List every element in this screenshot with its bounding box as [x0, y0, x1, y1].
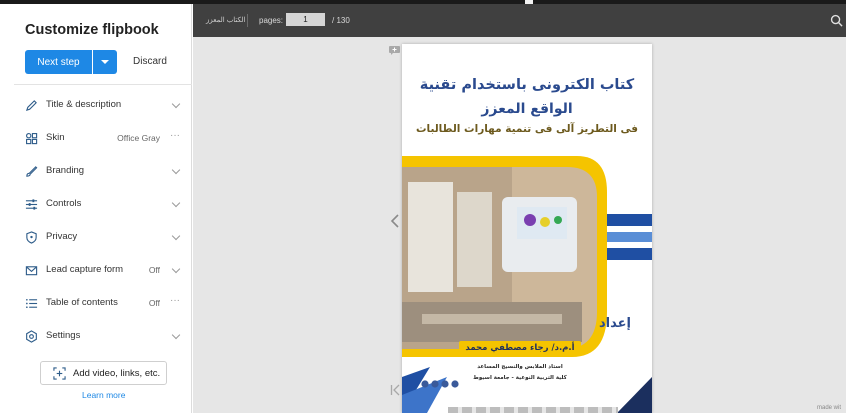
- flipbook-viewer: الكتاب المعزز pages: / 130 كتاب الكترونى…: [193, 4, 846, 413]
- sidebar-title: Customize flipbook: [25, 22, 159, 38]
- sidebar-item-label: Table of contents: [46, 297, 118, 308]
- sidebar-item-value: Office Gray: [117, 133, 160, 143]
- learn-more-link[interactable]: Learn more: [82, 390, 125, 400]
- toolbar-divider: [247, 14, 248, 27]
- chevron-down-icon: [171, 231, 181, 241]
- customize-sidebar: Customize flipbook Next step Discard Tit…: [0, 4, 192, 413]
- sidebar-item-label: Skin: [46, 132, 65, 143]
- next-step-dropdown-button[interactable]: [93, 50, 117, 74]
- sidebar-item-controls[interactable]: Controls: [14, 188, 192, 221]
- sidebar-divider: [14, 84, 192, 85]
- sidebar-item-title-description[interactable]: Title & description: [14, 89, 192, 122]
- chevron-down-icon: [171, 165, 181, 175]
- more-dots-icon[interactable]: ···: [170, 130, 180, 141]
- chevron-down-icon: [171, 264, 181, 274]
- next-step-button[interactable]: Next step: [25, 50, 92, 74]
- page-number-input[interactable]: [286, 13, 325, 26]
- add-media-icon: [53, 367, 66, 380]
- pages-label: pages:: [259, 16, 284, 25]
- chevron-down-icon: [171, 330, 181, 340]
- total-pages-label: / 130: [332, 16, 350, 25]
- chevron-down-icon: [171, 198, 181, 208]
- author-role: استاذ الملابس والنسيج المساعد: [477, 364, 563, 370]
- cover-title-line1: كتاب الكترونى باستخدام تقنية: [419, 77, 635, 93]
- author-name-banner: أ.م.د/ رجاء مصطفي محمد: [459, 341, 581, 356]
- social-icons: [421, 380, 459, 388]
- sidebar-item-label: Settings: [46, 330, 81, 341]
- discard-button[interactable]: Discard: [133, 56, 167, 67]
- envelope-icon: [25, 266, 38, 276]
- book-cover-page: كتاب الكترونى باستخدام تقنية الواقع المع…: [402, 44, 652, 413]
- cover-artwork: [402, 156, 652, 413]
- sidebar-item-privacy[interactable]: Privacy: [14, 221, 192, 254]
- cover-title-line2: الواقع المعزز: [481, 101, 573, 117]
- book-title-label: الكتاب المعزز: [206, 17, 246, 24]
- search-icon[interactable]: [830, 14, 843, 27]
- sidebar-item-value: Off: [148, 298, 160, 308]
- sidebar-item-skin[interactable]: Skin Office Gray ···: [14, 122, 192, 155]
- gear-icon: [26, 330, 37, 343]
- prepared-by-label: إعداد: [599, 316, 631, 331]
- brush-icon: [26, 166, 38, 177]
- sidebar-item-table-of-contents[interactable]: Table of contents Off ···: [14, 287, 192, 320]
- next-page-preview-strip: [448, 407, 618, 413]
- chevron-down-icon: [171, 99, 181, 109]
- sidebar-item-lead-capture-form[interactable]: Lead capture form Off: [14, 254, 192, 287]
- previous-page-icon[interactable]: [390, 214, 400, 228]
- sidebar-item-label: Lead capture form: [46, 264, 124, 275]
- sidebar-item-label: Privacy: [46, 231, 78, 242]
- cover-subtitle: فى التطريز آلى فى تنمية مهارات الطالبات: [415, 123, 639, 135]
- made-with-label: made wit: [817, 405, 842, 411]
- sidebar-item-label: Branding: [46, 165, 85, 176]
- more-dots-icon[interactable]: ···: [170, 295, 180, 306]
- sidebar-item-label: Title & description: [46, 99, 122, 110]
- add-button-label: Add video, links, etc.: [73, 368, 161, 379]
- skin-grid-icon: [26, 133, 38, 145]
- first-page-icon[interactable]: [390, 384, 401, 396]
- shield-icon: [26, 231, 37, 244]
- sidebar-item-label: Controls: [46, 198, 82, 209]
- viewer-toolbar: الكتاب المعزز pages: / 130: [193, 4, 846, 37]
- author-institution: كلية التربية النوعية - جامعة اسيوط: [473, 375, 567, 381]
- pencil-icon: [25, 100, 37, 112]
- sidebar-item-settings[interactable]: Settings: [14, 320, 192, 353]
- sliders-icon: [25, 199, 38, 210]
- add-video-links-button[interactable]: Add video, links, etc.: [40, 361, 167, 385]
- list-icon: [26, 298, 38, 309]
- sidebar-item-value: Off: [148, 265, 160, 275]
- add-note-icon[interactable]: [389, 46, 400, 55]
- sidebar-item-branding[interactable]: Branding: [14, 155, 192, 188]
